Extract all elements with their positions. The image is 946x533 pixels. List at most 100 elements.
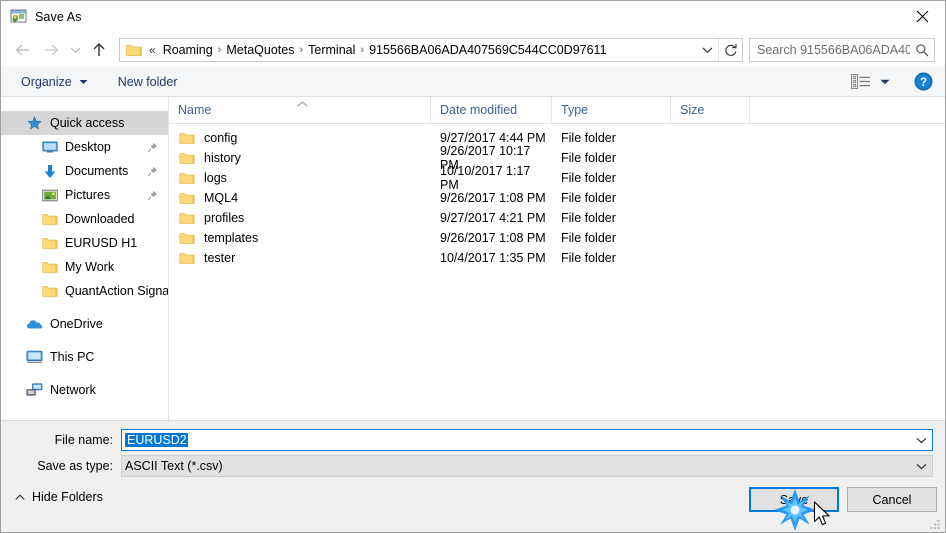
file-name-input[interactable]: EURUSD2 bbox=[121, 429, 933, 451]
column-header-type[interactable]: Type bbox=[552, 96, 671, 124]
breadcrumb-item-guid[interactable]: 915566BA06ADA407569C544CC0D97611 bbox=[365, 43, 610, 57]
organize-label: Organize bbox=[21, 74, 72, 89]
search-icon[interactable] bbox=[910, 43, 934, 57]
sidebar-item-quick-access[interactable]: Quick access bbox=[1, 111, 168, 135]
folder-icon bbox=[41, 283, 58, 299]
file-name-cell: MQL4 bbox=[169, 191, 431, 205]
pin-icon[interactable] bbox=[147, 142, 158, 153]
search-input[interactable]: Search 915566BA06ADA40756... bbox=[749, 37, 935, 62]
table-row[interactable]: logs 10/10/2017 1:17 PM File folder bbox=[169, 164, 945, 192]
file-name-value: EURUSD2 bbox=[125, 433, 188, 447]
cloud-icon bbox=[26, 316, 43, 332]
chevron-down-icon bbox=[79, 79, 88, 85]
table-row[interactable]: MQL4 9/26/2017 1:08 PM File folder bbox=[169, 188, 945, 208]
arrow-left-icon bbox=[15, 44, 29, 55]
table-row[interactable]: config 9/27/2017 4:44 PM File folder bbox=[169, 128, 945, 148]
sidebar-item-pictures[interactable]: Pictures bbox=[1, 183, 168, 207]
file-name-text: logs bbox=[204, 171, 227, 185]
breadcrumb-item-terminal[interactable]: Terminal bbox=[304, 43, 359, 57]
file-name-cell: tester bbox=[169, 251, 431, 265]
sidebar-item-network[interactable]: Network bbox=[1, 378, 168, 402]
file-type-cell: File folder bbox=[561, 131, 616, 145]
file-name-dropdown-icon[interactable] bbox=[910, 437, 932, 444]
file-name-text: history bbox=[204, 151, 241, 165]
view-layout-icon[interactable] bbox=[851, 74, 871, 89]
up-button[interactable] bbox=[85, 36, 113, 64]
new-folder-label: New folder bbox=[117, 74, 178, 89]
sidebar-label: Quick access bbox=[50, 116, 125, 130]
folder-icon bbox=[179, 131, 195, 145]
folder-icon bbox=[179, 191, 195, 205]
folder-icon bbox=[41, 259, 58, 275]
sidebar-label: OneDrive bbox=[50, 317, 103, 331]
file-name-text: config bbox=[204, 131, 238, 145]
hide-folders-button[interactable]: Hide Folders bbox=[15, 490, 103, 504]
folder-icon bbox=[179, 231, 195, 245]
column-header-size-label: Size bbox=[680, 103, 705, 117]
file-name-text: profiles bbox=[204, 211, 245, 225]
sidebar-item-eurusd-h1[interactable]: EURUSD H1 bbox=[1, 231, 168, 255]
file-date-cell: 9/27/2017 4:44 PM bbox=[440, 131, 546, 145]
pin-icon[interactable] bbox=[147, 166, 158, 177]
forward-button[interactable] bbox=[37, 36, 65, 64]
file-name-row: File name: EURUSD2 bbox=[1, 429, 945, 451]
resize-grip-icon[interactable] bbox=[929, 517, 942, 530]
close-button[interactable] bbox=[899, 1, 945, 31]
sidebar-item-quantaction-signal[interactable]: QuantAction Signal bbox=[1, 279, 168, 303]
table-row[interactable]: tester 10/4/2017 1:35 PM File folder bbox=[169, 248, 945, 268]
sidebar-item-desktop[interactable]: Desktop bbox=[1, 135, 168, 159]
table-row[interactable]: history 9/26/2017 10:17 PM File folder bbox=[169, 144, 945, 172]
address-dropdown-button[interactable] bbox=[696, 39, 718, 61]
footer: Hide Folders Save Cancel bbox=[1, 487, 945, 532]
file-type-cell: File folder bbox=[561, 211, 616, 225]
sidebar-label: QuantAction Signal bbox=[65, 284, 168, 298]
save-as-type-select[interactable]: ASCII Text (*.csv) bbox=[121, 455, 933, 477]
save-as-type-dropdown-icon[interactable] bbox=[910, 463, 932, 470]
file-name-cell: profiles bbox=[169, 211, 431, 225]
network-icon bbox=[26, 382, 43, 398]
back-button[interactable] bbox=[9, 36, 37, 64]
recent-locations-button[interactable] bbox=[65, 36, 85, 64]
sidebar-item-documents[interactable]: Documents bbox=[1, 159, 168, 183]
breadcrumb-item-roaming[interactable]: Roaming bbox=[159, 43, 217, 57]
organize-button[interactable]: Organize bbox=[15, 70, 94, 94]
file-name-text: tester bbox=[204, 251, 236, 265]
chevron-down-icon bbox=[702, 47, 712, 53]
save-button[interactable]: Save bbox=[749, 487, 839, 512]
breadcrumb: « Roaming › MetaQuotes › Terminal › 9155… bbox=[144, 43, 696, 57]
column-header-size[interactable]: Size bbox=[671, 96, 750, 124]
sort-ascending-icon bbox=[296, 97, 309, 111]
sidebar-item-onedrive[interactable]: OneDrive bbox=[1, 312, 168, 336]
toolbar-right-group: ? bbox=[851, 72, 933, 91]
sidebar-item-this-pc[interactable]: This PC bbox=[1, 345, 168, 369]
breadcrumb-item-metaquotes[interactable]: MetaQuotes bbox=[222, 43, 298, 57]
column-header-name[interactable]: Name bbox=[169, 96, 431, 124]
file-date-cell: 10/10/2017 1:17 PM bbox=[440, 164, 531, 192]
folder-icon bbox=[41, 235, 58, 251]
sidebar-label: Documents bbox=[65, 164, 129, 178]
table-row[interactable]: templates 9/26/2017 1:08 PM File folder bbox=[169, 228, 945, 248]
sidebar-label: EURUSD H1 bbox=[65, 236, 138, 250]
new-folder-button[interactable]: New folder bbox=[112, 70, 184, 94]
column-header-date-modified[interactable]: Date modified bbox=[431, 96, 552, 124]
table-row[interactable]: profiles 9/27/2017 4:21 PM File folder bbox=[169, 208, 945, 228]
folder-icon bbox=[179, 151, 195, 165]
sidebar-item-my-work[interactable]: My Work bbox=[1, 255, 168, 279]
refresh-button[interactable] bbox=[718, 38, 742, 61]
monitor-icon bbox=[26, 349, 43, 365]
cancel-button[interactable]: Cancel bbox=[847, 487, 937, 512]
breadcrumb-overflow[interactable]: « bbox=[146, 43, 159, 57]
sidebar-item-downloaded[interactable]: Downloaded bbox=[1, 207, 168, 231]
address-bar[interactable]: « Roaming › MetaQuotes › Terminal › 9155… bbox=[119, 37, 743, 62]
folder-icon bbox=[126, 43, 142, 57]
file-type-cell: File folder bbox=[561, 171, 616, 185]
file-type-cell: File folder bbox=[561, 191, 616, 205]
view-dropdown-icon[interactable] bbox=[880, 79, 890, 85]
help-icon[interactable]: ? bbox=[914, 72, 933, 91]
main-content: Quick access Desktop Documents Pictures … bbox=[1, 96, 945, 420]
search-placeholder: Search 915566BA06ADA40756... bbox=[757, 42, 910, 57]
pin-icon[interactable] bbox=[147, 190, 158, 201]
file-name-cell: history bbox=[169, 151, 431, 165]
